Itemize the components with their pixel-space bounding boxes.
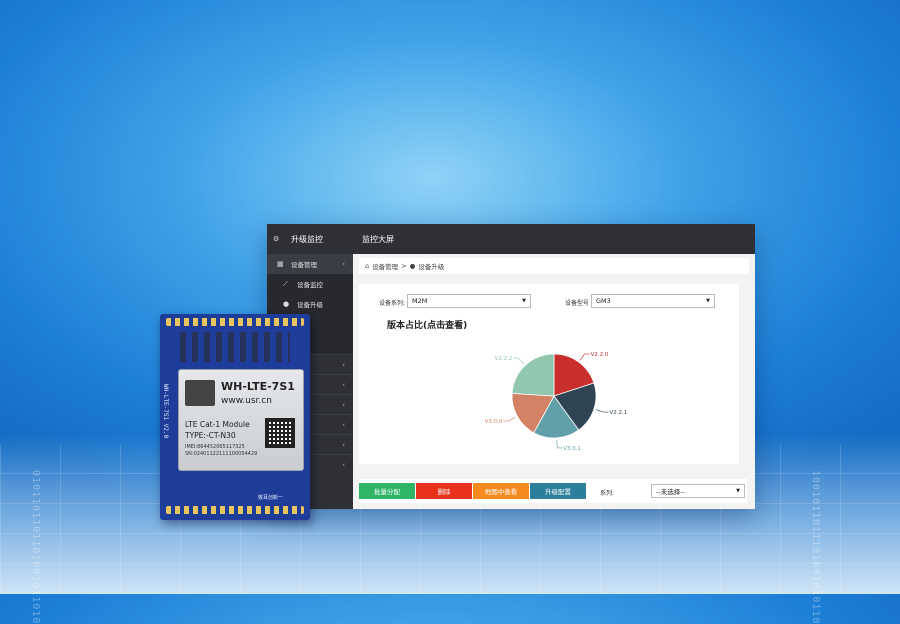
module-imei: IMEI:864452065117325 [185,444,245,450]
pin-header-top [166,318,304,326]
bottom-series-select[interactable]: --未选择-- ▼ [651,484,745,498]
series-label: 设备系列: [379,300,406,307]
top-bar: ⚙ 升级监控 监控大屏 [267,224,755,254]
board-side-text: WH-LTE-7S1 V2.0 [162,384,169,439]
caret-down-icon: ▼ [736,488,740,494]
model-label: 设备型号 [565,300,590,307]
line-chart-icon: ⟋ [283,279,288,288]
chevron-left-icon: ‹ [342,460,345,469]
delete-button[interactable]: 删除 [416,483,472,499]
chevron-left-icon: ‹ [342,380,345,389]
home-icon[interactable]: ⌂ [365,262,369,270]
user-icon: ● [409,262,416,270]
usr-logo-icon [185,380,215,406]
chart-title: 版本占比(点击查看) [387,321,468,331]
module-model: WH-LTE-7S1 [221,380,295,393]
board-components [180,332,290,362]
breadcrumb: ⌂ 设备管理 > ● 设备升级 [359,258,749,274]
map-view-button[interactable]: 地图中查看 [473,483,529,499]
breadcrumb-current: 设备升级 [418,263,445,271]
pie-label-V3.0.1: V3.0.1 [563,446,581,452]
upgrade-config-button[interactable]: 升级配置 [530,483,586,499]
caret-down-icon: ▼ [522,298,526,304]
pie-leader-line [503,416,516,422]
sidebar-item-label: 设备升级 [297,301,323,309]
series-select[interactable]: M2M ▼ [407,294,531,308]
chevron-left-icon: ‹ [342,400,345,409]
chevron-left-icon: ‹ [342,420,345,429]
board-bottom-text: 敬耳创新一 [258,495,284,501]
brand-title: 升级监控 [291,234,323,244]
version-pie-chart[interactable]: V2.2.0 V2.2.1 V3.0.1 V3.0.0 V2.2.2 [479,334,629,464]
module-shield: WH-LTE-7S1 www.usr.cn LTE Cat-1 Module T… [178,369,304,471]
chevron-left-icon: ‹ [342,360,345,369]
bottom-series-select-value: --未选择-- [656,488,685,496]
sidebar-item-label: 设备监控 [297,281,323,289]
sidebar-item-device-monitor[interactable]: ⟋ 设备监控 [267,274,353,294]
pie-label-V2.2.2: V2.2.2 [495,356,513,362]
module-site: www.usr.cn [221,396,272,406]
brand[interactable]: ⚙ 升级监控 [267,224,353,254]
grid-icon: ▦ [277,259,284,268]
chevron-left-icon: ‹ [342,440,345,449]
main-content: ⌂ 设备管理 > ● 设备升级 设备系列: M2M ▼ 设备型号 GM3 ▼ 版… [353,254,755,509]
action-bar: 批量分配 删除 地图中查看 升级配置 系列: --未选择-- ▼ [359,479,747,503]
gear-icon: ⚙ [273,234,280,243]
binary-decoration-right: 1001011011101001010110 [810,470,821,624]
pie-slice-V2.2.2[interactable] [511,353,555,397]
pie-leader-line [556,439,563,449]
breadcrumb-parent[interactable]: 设备管理 [372,261,398,271]
lte-module-board: WH-LTE-7S1 V2.0 WH-LTE-7S1 www.usr.cn LT… [160,314,310,520]
pie-label-V3.0.0: V3.0.0 [485,419,503,425]
pin-header-bottom [166,506,304,514]
pie-label-V2.2.0: V2.2.0 [591,352,609,358]
module-sn: SN:02401122111100054429 [185,451,258,457]
pie-label-V2.2.1: V2.2.1 [609,410,627,416]
sidebar-group-device-management[interactable]: ▦ 设备管理 ‹ [267,254,353,274]
app-window: ⚙ 升级监控 监控大屏 ▦ 设备管理 ‹ ⟋ 设备监控 ● 设备升级 位置 录像… [267,224,755,509]
qr-code-icon [265,418,295,448]
binary-decoration-left: 0101101101101001011010 [30,470,41,624]
pie-leader-line [595,409,609,413]
sidebar-item-device-upgrade[interactable]: ● 设备升级 [267,294,353,314]
bottom-series-label: 系列: [600,490,615,497]
upgrade-panel: 设备系列: M2M ▼ 设备型号 GM3 ▼ 版本占比(点击查看) V2.2.0… [359,284,739,464]
series-select-value: M2M [412,297,428,305]
sidebar-group-label: 设备管理 [291,261,317,269]
batch-assign-button[interactable]: 批量分配 [359,483,415,499]
chevron-left-icon: ‹ [342,260,345,268]
pie-leader-line [513,357,525,365]
pie-leader-line [579,353,590,361]
top-nav-item-dashboard[interactable]: 监控大屏 [362,224,394,254]
module-type: TYPE:-CT-N30 [185,431,236,440]
breadcrumb-separator: > [401,262,407,270]
model-select[interactable]: GM3 ▼ [591,294,715,308]
model-select-value: GM3 [596,297,611,305]
module-description: LTE Cat-1 Module [185,420,250,429]
caret-down-icon: ▼ [706,298,710,304]
user-icon: ● [283,299,290,308]
